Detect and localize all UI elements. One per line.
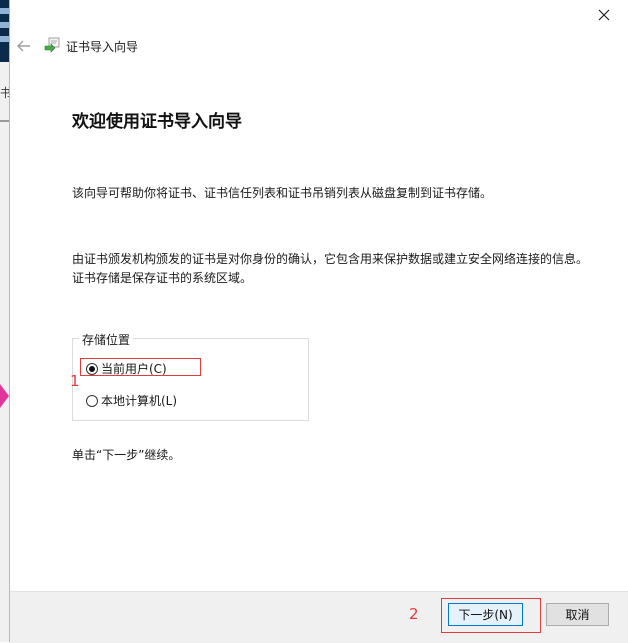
continue-instruction: 单击“下一步”继续。: [72, 448, 181, 462]
back-button[interactable]: [14, 36, 34, 56]
close-icon: [598, 9, 610, 21]
next-button[interactable]: 下一步(N): [448, 603, 523, 626]
wizard-description: 该向导可帮助你将证书、证书信任列表和证书吊销列表从磁盘复制到证书存储。: [72, 186, 493, 200]
cancel-button[interactable]: 取消: [546, 603, 609, 626]
background-terminal: [0, 0, 9, 62]
radio-local-machine-label: 本地计算机(L): [101, 394, 178, 408]
certificate-explanation: 由证书颁发机构颁发的证书是对你身份的确认，它包含用来保护数据或建立安全网络连接的…: [72, 252, 589, 285]
terminal-line: [0, 36, 9, 42]
close-button[interactable]: [593, 4, 615, 26]
back-arrow-icon: [17, 40, 30, 52]
store-location-group: 存储位置 当前用户(C) 本地计算机(L): [72, 331, 309, 421]
terminal-line: [0, 8, 9, 14]
certificate-import-wizard-dialog: 证书导入向导 欢迎使用证书导入向导 该向导可帮助你将证书、证书信任列表和证书吊销…: [9, 0, 628, 643]
page-heading: 欢迎使用证书导入向导: [72, 112, 242, 132]
certificate-wizard-icon: [44, 37, 60, 53]
radio-button-unchecked[interactable]: [86, 394, 98, 407]
background-pink-arrow: [0, 384, 9, 408]
annotation-number-1: 1: [70, 372, 80, 390]
terminal-line: [0, 22, 9, 28]
radio-local-machine[interactable]: 本地计算机(L): [86, 392, 177, 409]
store-location-legend: 存储位置: [79, 331, 134, 348]
background-divider: [0, 120, 9, 122]
annotation-box-1: [80, 358, 201, 376]
wizard-title: 证书导入向导: [66, 40, 139, 54]
annotation-number-2: 2: [409, 605, 419, 623]
dialog-footer: 2 下一步(N) 取消: [10, 591, 628, 643]
